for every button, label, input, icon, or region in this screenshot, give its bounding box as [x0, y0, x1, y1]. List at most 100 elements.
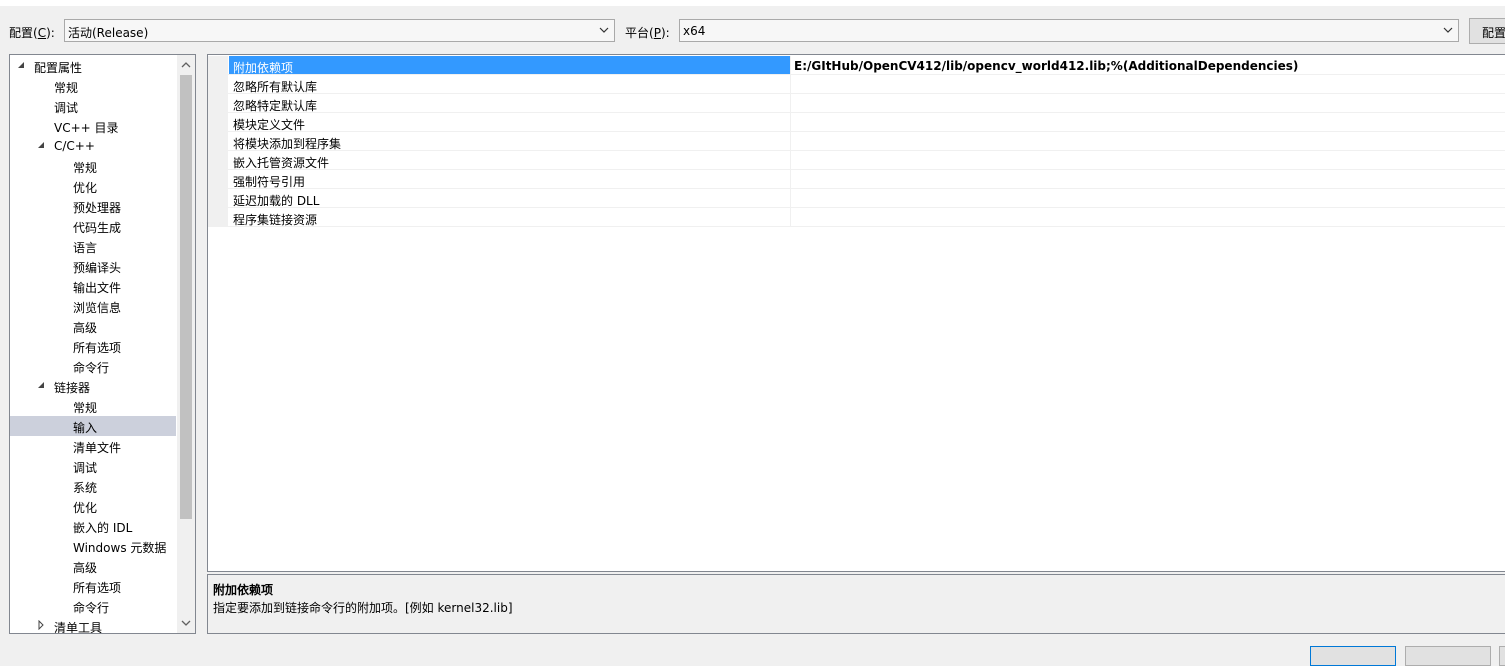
config-manager-button[interactable]: 配置管理器(O)... — [1469, 18, 1505, 44]
tree-item[interactable]: 配置属性 — [10, 56, 176, 76]
tree-item[interactable]: 常规 — [10, 76, 176, 96]
tree-item[interactable]: 语言 — [10, 236, 176, 256]
column-divider — [790, 113, 791, 131]
property-row[interactable]: 忽略特定默认库 — [208, 94, 1505, 113]
property-row[interactable]: 模块定义文件 — [208, 113, 1505, 132]
property-name-text: 将模块添加到程序集 — [233, 137, 342, 151]
property-name[interactable]: 延迟加载的 DLL — [229, 189, 790, 208]
tree-item[interactable]: C/C++ — [10, 136, 176, 156]
column-divider — [790, 151, 791, 169]
tree-item-label: 常规 — [73, 401, 98, 415]
tree-item[interactable]: 调试 — [10, 96, 176, 116]
tree-item-label: 嵌入的 IDL — [73, 521, 133, 535]
tree-item[interactable]: 常规 — [10, 396, 176, 416]
row-gutter — [208, 75, 228, 93]
tree-item[interactable]: 常规 — [10, 156, 176, 176]
cancel-button[interactable] — [1405, 646, 1491, 666]
tree-item[interactable]: 浏览信息 — [10, 296, 176, 316]
property-name[interactable]: 强制符号引用 — [229, 170, 790, 189]
property-name-text: 延迟加载的 DLL — [233, 194, 320, 208]
platform-dropdown[interactable]: x64 — [679, 19, 1459, 42]
chevron-down-icon — [1443, 27, 1453, 33]
property-grid[interactable]: 附加依赖项 E:/GItHub/OpenCV412/lib/opencv_worl… — [207, 54, 1505, 572]
property-name[interactable]: 忽略特定默认库 — [229, 94, 790, 113]
tree-item-label: 清单文件 — [73, 441, 122, 455]
property-name-text: 附加依赖项 — [233, 61, 294, 75]
property-row[interactable]: 附加依赖项 E:/GItHub/OpenCV412/lib/opencv_worl… — [208, 56, 1505, 75]
scroll-up-icon[interactable] — [180, 59, 192, 71]
chevron-down-icon — [599, 27, 609, 33]
collapse-triangle-icon[interactable] — [16, 60, 26, 70]
tree-item[interactable]: 输出文件 — [10, 276, 176, 296]
tree-item[interactable]: 优化 — [10, 176, 176, 196]
tree-item-label: 代码生成 — [73, 221, 122, 235]
tree-item[interactable]: 系统 — [10, 476, 176, 496]
tree-item[interactable]: 高级 — [10, 316, 176, 336]
config-manager-button-label: 配置管理器(O)... — [1482, 26, 1505, 40]
property-tree[interactable]: 配置属性 常规 调试 VC++ 目录 C/C++ 常规 优化 预处理器 代码生成 语言 预编译头 输出… — [9, 54, 196, 634]
property-name[interactable]: 将模块添加到程序集 — [229, 132, 790, 151]
tree-item[interactable]: 链接器 — [10, 376, 176, 396]
collapse-triangle-icon[interactable] — [36, 380, 46, 390]
tree-item-label: 预处理器 — [73, 201, 122, 215]
platform-label: 平台(P): — [625, 26, 670, 40]
row-gutter — [208, 208, 228, 226]
property-row[interactable]: 忽略所有默认库 — [208, 75, 1505, 94]
property-name[interactable]: 程序集链接资源 — [229, 208, 790, 227]
tree-item[interactable]: Windows 元数据 — [10, 536, 176, 556]
tree-item[interactable]: 预编译头 — [10, 256, 176, 276]
property-name[interactable]: 附加依赖项 — [229, 56, 790, 75]
column-divider — [790, 94, 791, 112]
tree-item[interactable]: 所有选项 — [10, 576, 176, 596]
description-title: 附加依赖项 — [213, 583, 274, 597]
property-name[interactable]: 模块定义文件 — [229, 113, 790, 132]
tree-item-label: 命令行 — [73, 601, 110, 615]
row-gutter — [208, 170, 228, 188]
tree-item[interactable]: 命令行 — [10, 596, 176, 616]
tree-item[interactable]: 高级 — [10, 556, 176, 576]
tree-item[interactable]: VC++ 目录 — [10, 116, 176, 136]
property-row[interactable]: 将模块添加到程序集 — [208, 132, 1505, 151]
scroll-down-icon[interactable] — [180, 617, 192, 629]
property-row[interactable]: 程序集链接资源 — [208, 208, 1505, 227]
tree-item[interactable]: 优化 — [10, 496, 176, 516]
property-name[interactable]: 嵌入托管资源文件 — [229, 151, 790, 170]
collapse-triangle-icon[interactable] — [36, 140, 46, 150]
tree-item-label: 系统 — [73, 481, 98, 495]
tree-item-label: 高级 — [73, 321, 98, 335]
tree-item[interactable]: 清单文件 — [10, 436, 176, 456]
tree-item[interactable]: 输入 — [10, 416, 176, 436]
property-row[interactable]: 延迟加载的 DLL — [208, 189, 1505, 208]
config-label-text: 配置 — [9, 26, 34, 40]
description-panel: 附加依赖项 指定要添加到链接命令行的附加项。[例如 kernel32.lib] — [207, 574, 1505, 634]
property-name-text: 嵌入托管资源文件 — [233, 156, 330, 170]
column-divider — [790, 170, 791, 188]
tree-item[interactable]: 清单工具 — [10, 616, 176, 633]
ok-button[interactable] — [1310, 646, 1396, 666]
tree-item[interactable]: 嵌入的 IDL — [10, 516, 176, 536]
tree-item-label: C/C++ — [54, 139, 95, 153]
tree-item-label: 高级 — [73, 561, 98, 575]
property-row[interactable]: 嵌入托管资源文件 — [208, 151, 1505, 170]
tree-item[interactable]: 调试 — [10, 456, 176, 476]
property-name[interactable]: 忽略所有默认库 — [229, 75, 790, 94]
property-row[interactable]: 强制符号引用 — [208, 170, 1505, 189]
apply-button[interactable] — [1499, 646, 1505, 666]
config-dropdown[interactable]: 活动(Release) — [64, 19, 615, 42]
row-gutter — [208, 113, 228, 131]
tree-item-label: VC++ 目录 — [54, 121, 119, 135]
tree-item-label: 优化 — [73, 181, 98, 195]
property-value[interactable]: E:/GItHub/OpenCV412/lib/opencv_world412.… — [794, 59, 1298, 73]
tree-item-label: 常规 — [54, 81, 79, 95]
tree-item[interactable]: 命令行 — [10, 356, 176, 376]
tree-item[interactable]: 所有选项 — [10, 336, 176, 356]
tree-item[interactable]: 预处理器 — [10, 196, 176, 216]
tree-item-label: 语言 — [73, 241, 98, 255]
row-gutter — [208, 151, 228, 169]
tree-scrollbar[interactable] — [177, 55, 195, 633]
property-name-text: 忽略所有默认库 — [233, 80, 318, 94]
tree-item-label: Windows 元数据 — [73, 541, 167, 555]
tree-item[interactable]: 代码生成 — [10, 216, 176, 236]
scrollbar-thumb[interactable] — [180, 75, 192, 519]
expand-triangle-icon[interactable] — [36, 620, 46, 630]
